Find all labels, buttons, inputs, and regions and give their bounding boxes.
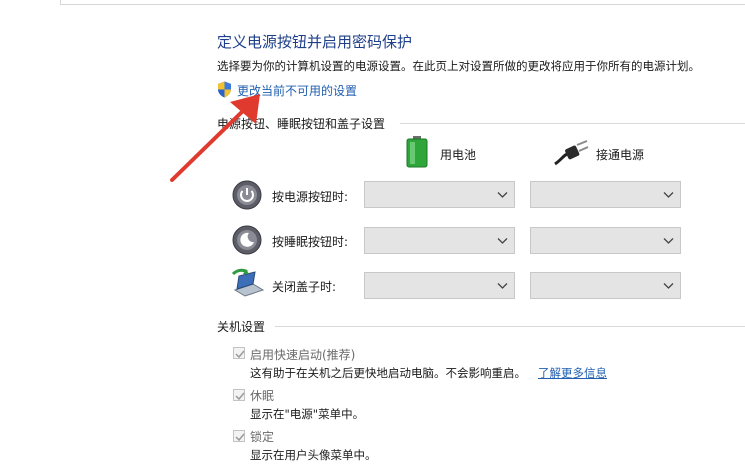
fast-startup-label: 启用快速启动(推荐) xyxy=(250,348,356,362)
fast-startup-description: 这有助于在关机之后更快地启动电脑。不会影响重启。 xyxy=(250,366,526,380)
top-frame xyxy=(60,0,745,5)
lid-plugged-select[interactable] xyxy=(530,272,681,299)
battery-icon xyxy=(406,136,428,168)
plugged-column-header: 接通电源 xyxy=(596,148,645,162)
shutdown-section-heading: 关机设置 xyxy=(217,320,266,334)
chevron-down-icon xyxy=(497,192,508,198)
learn-more-link[interactable]: 了解更多信息 xyxy=(538,365,607,381)
section-divider xyxy=(275,326,745,327)
lock-label: 锁定 xyxy=(250,430,275,444)
hibernate-checkbox[interactable] xyxy=(233,389,245,401)
sleep-button-battery-select[interactable] xyxy=(364,227,515,254)
checkmark-icon xyxy=(235,392,245,401)
checkmark-icon xyxy=(235,433,245,442)
chevron-down-icon xyxy=(663,238,674,244)
chevron-down-icon xyxy=(663,283,674,289)
chevron-down-icon xyxy=(663,192,674,198)
sleep-button-icon xyxy=(232,225,262,255)
lid-battery-select[interactable] xyxy=(364,272,515,299)
battery-column-header: 用电池 xyxy=(440,148,477,162)
sleep-button-plugged-select[interactable] xyxy=(530,227,681,254)
fast-startup-checkbox[interactable] xyxy=(233,347,245,359)
hibernate-label: 休眠 xyxy=(250,389,275,403)
section-divider xyxy=(400,123,745,124)
lock-description: 显示在用户头像菜单中。 xyxy=(250,448,377,462)
lock-checkbox[interactable] xyxy=(233,430,245,442)
power-plug-icon xyxy=(554,140,589,166)
power-button-plugged-select[interactable] xyxy=(530,181,681,208)
laptop-lid-icon xyxy=(231,268,265,297)
page-title: 定义电源按钮并启用密码保护 xyxy=(217,33,413,51)
hibernate-description: 显示在"电源"菜单中。 xyxy=(250,407,365,421)
chevron-down-icon xyxy=(497,238,508,244)
page-description: 选择要为你的计算机设置的电源设置。在此页上对设置所做的更改将应用于你所有的电源计… xyxy=(217,59,700,73)
chevron-down-icon xyxy=(497,283,508,289)
power-button-battery-select[interactable] xyxy=(364,181,515,208)
lid-close-label: 关闭盖子时: xyxy=(272,280,337,294)
annotation-arrow-icon xyxy=(170,94,260,182)
sleep-button-label: 按睡眠按钮时: xyxy=(272,235,349,249)
checkmark-icon xyxy=(235,350,245,359)
power-button-label: 按电源按钮时: xyxy=(272,190,349,204)
